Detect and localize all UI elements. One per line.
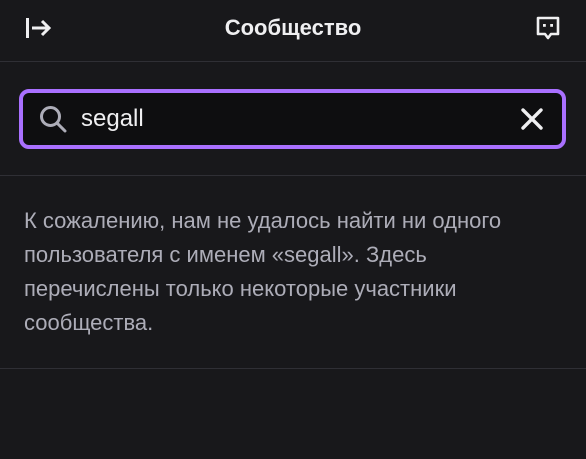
close-icon xyxy=(521,108,543,130)
divider xyxy=(0,368,586,369)
search-box[interactable] xyxy=(19,89,566,149)
chat-button[interactable] xyxy=(528,10,568,46)
search-icon xyxy=(37,103,69,135)
search-input[interactable] xyxy=(81,99,501,139)
clear-search-button[interactable] xyxy=(514,101,550,137)
community-panel: Сообщество К сожалению, нам не удалось н… xyxy=(0,0,586,459)
panel-title: Сообщество xyxy=(224,15,362,40)
divider xyxy=(0,175,586,176)
panel-header: Сообщество xyxy=(0,0,586,62)
chat-bubble-icon xyxy=(536,16,560,40)
no-results-message: К сожалению, нам не удалось найти ни одн… xyxy=(24,208,502,335)
